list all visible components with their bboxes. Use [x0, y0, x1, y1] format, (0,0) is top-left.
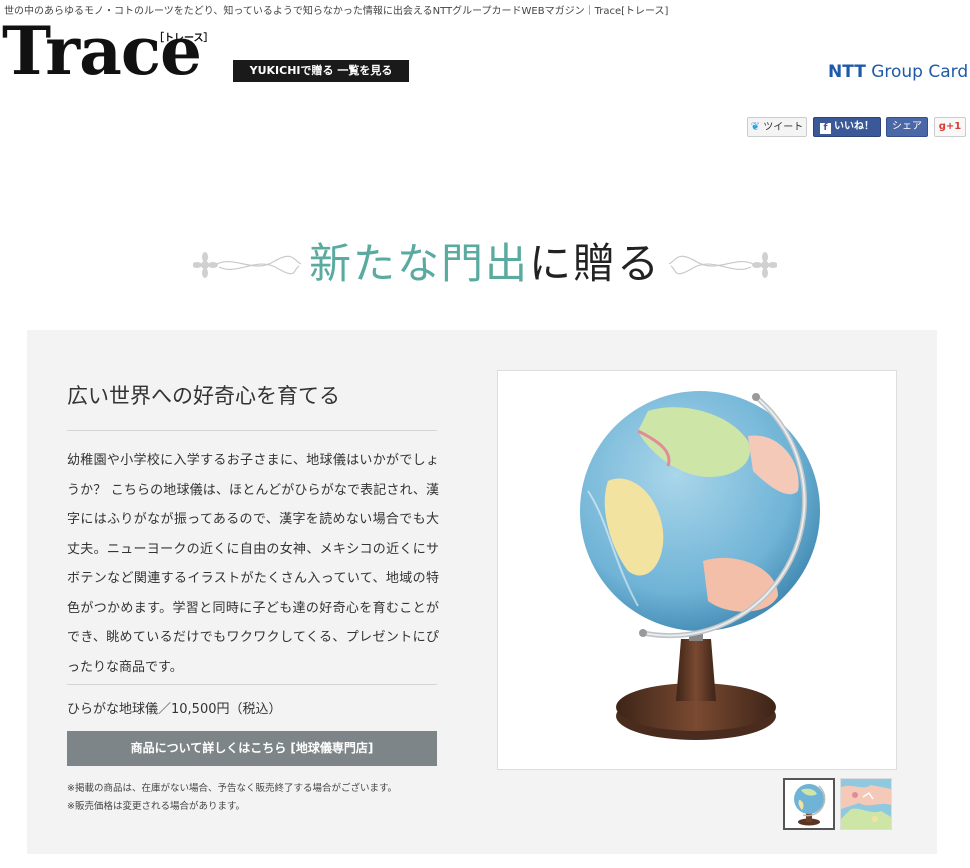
- heading-accent: 新たな門出: [308, 239, 529, 288]
- logo-text: Trace: [2, 12, 202, 90]
- thumbnail-globe-image: [794, 784, 826, 826]
- ornament-right-icon: [668, 252, 777, 278]
- facebook-like-button[interactable]: f いいね！: [813, 117, 881, 137]
- thumbnail-map-image: [841, 779, 891, 829]
- product-title: 広い世界への好奇心を育てる: [67, 384, 340, 408]
- divider-top: [67, 430, 437, 431]
- tweet-label: ツイート: [763, 122, 804, 133]
- yukichi-list-button[interactable]: YUKICHIで贈る 一覧を見る: [233, 60, 409, 82]
- globe-product-image: [497, 370, 897, 770]
- brand-bold: NTT: [828, 62, 866, 82]
- heading-rest: に贈る: [529, 239, 662, 288]
- product-price: ひらがな地球儀／10,500円（税込）: [67, 702, 282, 717]
- twitter-bird-icon: ❦: [750, 120, 761, 133]
- facebook-share-button[interactable]: シェア: [886, 117, 928, 137]
- section-heading: 新たな門出に贈る: [0, 230, 970, 291]
- thumbnail-globe[interactable]: [783, 778, 835, 830]
- facebook-icon: f: [820, 123, 831, 134]
- product-description: 幼稚園や小学校に入学するお子さまに、地球儀はいかがでしょうか？ こちらの地球儀は…: [67, 453, 439, 675]
- divider-bottom: [67, 684, 437, 685]
- ntt-group-card-logo[interactable]: NTT Group Card: [828, 62, 968, 82]
- globe-illustration: [580, 391, 820, 740]
- product-detail-button[interactable]: 商品について詳しくはこちら [地球儀専門店]: [67, 731, 437, 766]
- logo-subtitle: ［トレース］: [154, 33, 214, 44]
- price-note: ※販売価格は変更される場合があります。: [67, 801, 246, 812]
- stock-note: ※掲載の商品は、在庫がない場合、予告なく販売終了する場合がございます。: [67, 783, 398, 794]
- brand-rest: Group Card: [865, 62, 969, 82]
- tweet-button[interactable]: ❦ ツイート: [747, 117, 807, 137]
- thumbnail-map-detail[interactable]: [840, 778, 892, 830]
- like-label: いいね！: [834, 121, 874, 132]
- google-plus-button[interactable]: g+1: [934, 117, 966, 137]
- trace-logo[interactable]: Trace ［トレース］: [2, 12, 214, 90]
